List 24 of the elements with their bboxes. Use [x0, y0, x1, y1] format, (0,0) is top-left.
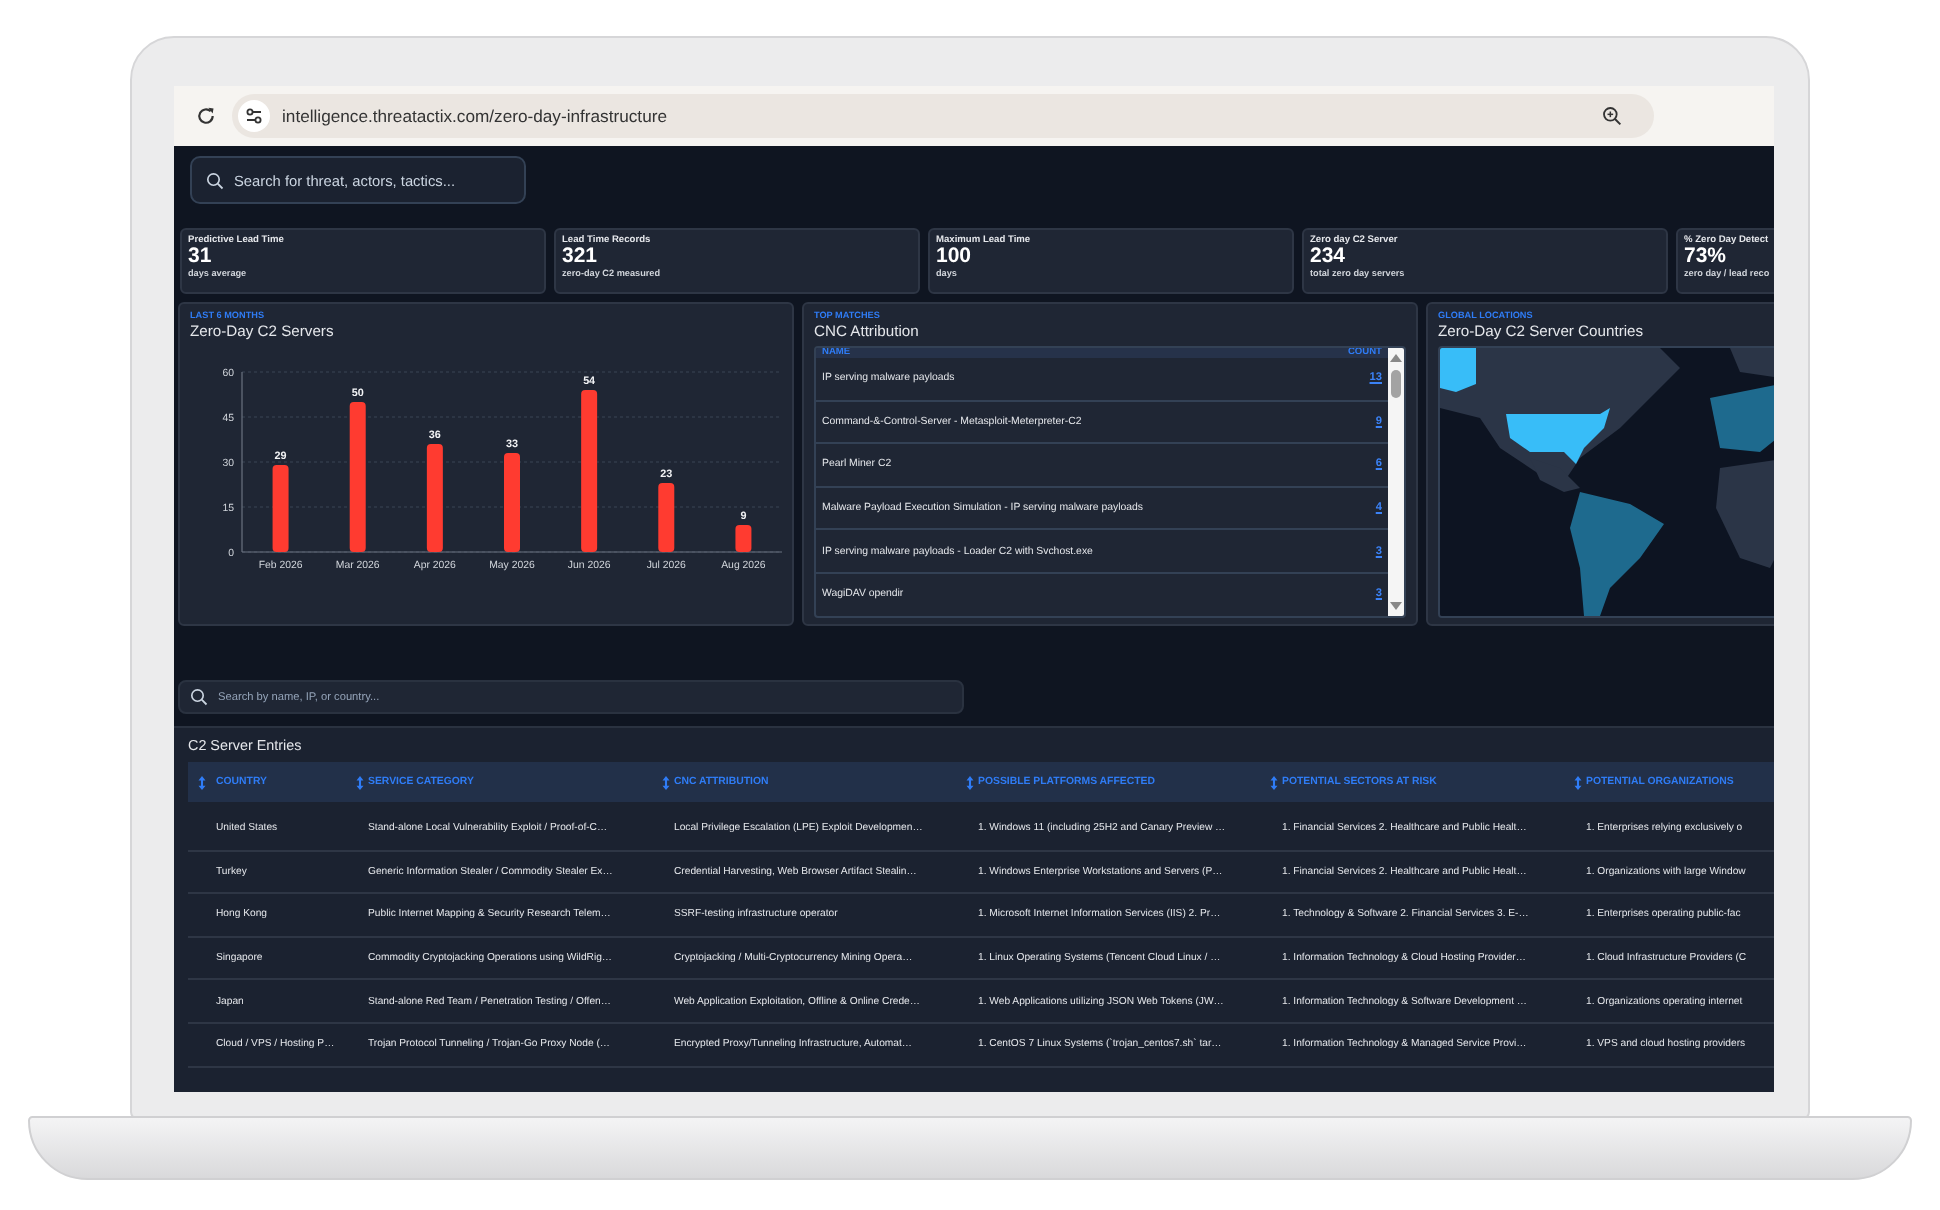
sort-icon[interactable]	[1270, 775, 1278, 789]
search-icon	[190, 688, 208, 706]
bar	[504, 453, 520, 552]
bar	[426, 444, 443, 552]
sort-icon[interactable]	[1574, 775, 1582, 789]
stat-value: 321	[562, 246, 600, 268]
sort-icon[interactable]	[356, 775, 364, 789]
bar	[272, 465, 289, 552]
search-icon	[206, 171, 224, 189]
stat-value: 100	[936, 246, 974, 268]
sort-icon[interactable]	[198, 775, 206, 789]
stat-value: 73%	[1684, 246, 1729, 268]
bar	[735, 525, 752, 552]
sort-icon[interactable]	[662, 775, 670, 789]
url-text: intelligence.threatactix.com/zero-day-infrastructure	[282, 106, 667, 126]
stat-value: 31	[188, 246, 214, 268]
sort-icon[interactable]	[966, 775, 974, 789]
reload-icon[interactable]	[196, 106, 216, 126]
zoom-icon[interactable]	[1602, 106, 1622, 126]
bar	[658, 483, 675, 552]
stat-value: 234	[1310, 246, 1348, 268]
scrollbar[interactable]	[1388, 348, 1404, 616]
address-bar[interactable]: intelligence.threatactix.com/zero-day-infrastructure	[232, 94, 1654, 138]
site-info-icon[interactable]	[238, 100, 270, 132]
